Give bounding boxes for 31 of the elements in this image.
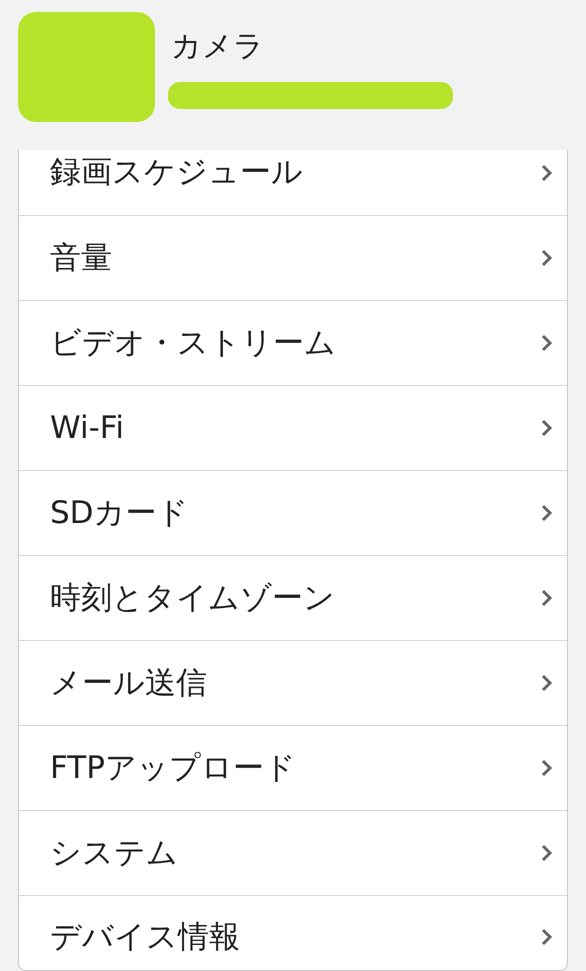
menu-item[interactable]: ビデオ・ストリーム: [19, 300, 567, 385]
menu-label: 音量: [50, 238, 112, 278]
menu-label: 録画スケジュール: [50, 153, 303, 192]
menu-label: メール送信: [50, 664, 207, 703]
chevron-icon: [541, 419, 553, 437]
chevron-icon: [541, 844, 553, 862]
menu-label: SDカード: [50, 494, 189, 533]
menu-item[interactable]: FTPアップロード: [19, 725, 567, 810]
chevron-icon: [541, 759, 553, 777]
menu-label: FTPアップロード: [50, 748, 296, 788]
menu-label: ビデオ・ストリーム: [50, 324, 336, 363]
chevron-icon: [541, 164, 553, 182]
chevron-icon: [541, 504, 553, 522]
menu-item[interactable]: デバイス情報: [19, 895, 567, 970]
menu-item[interactable]: メール送信: [19, 640, 567, 725]
chevron-icon: [541, 249, 553, 267]
menu-label: システム: [50, 834, 178, 873]
menu-label: 時刻とタイムゾーン: [50, 578, 335, 618]
chevron-icon: [541, 334, 553, 352]
device-title: カメラ: [171, 32, 265, 62]
menu-label: デバイス情報: [50, 918, 240, 957]
menu-item[interactable]: 時刻とタイムゾーン: [19, 555, 567, 640]
chevron-icon: [541, 674, 553, 692]
chevron-icon: [541, 589, 553, 607]
menu-item[interactable]: SDカード: [19, 470, 567, 555]
menu-item[interactable]: 音量: [19, 215, 567, 300]
menu-item[interactable]: システム: [19, 810, 567, 895]
menu-label: Wi-Fi: [50, 408, 124, 448]
chevron-icon: [541, 928, 553, 946]
menu-item[interactable]: Wi-Fi: [19, 385, 567, 470]
menu-item[interactable]: 録画スケジュール: [19, 150, 567, 215]
